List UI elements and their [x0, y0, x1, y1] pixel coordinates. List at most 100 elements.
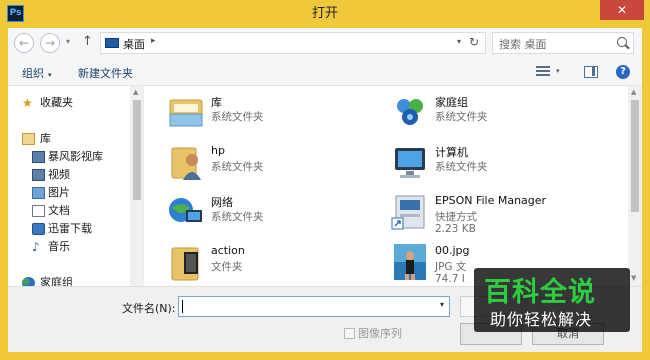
video-icon [32, 169, 45, 181]
recent-locations-dropdown[interactable]: ▾ [66, 37, 70, 46]
watermark-overlay: 百科全说 助你轻松解决 [474, 268, 630, 332]
file-item-epson[interactable]: EPSON File Manager 快捷方式 2.23 KB [368, 190, 588, 236]
file-name: 家庭组 [435, 96, 468, 109]
shortcut-icon [391, 195, 425, 230]
forward-button[interactable]: → [40, 33, 60, 53]
search-icon[interactable] [617, 37, 627, 47]
library-icon [22, 133, 35, 145]
file-type: 快捷方式 [435, 211, 477, 223]
nav-item-label: 暴风影视库 [48, 150, 103, 163]
files-scroll-thumb[interactable] [631, 100, 639, 212]
file-type: 系统文件夹 [435, 111, 488, 123]
file-name: 网络 [211, 196, 233, 209]
network-icon [169, 198, 202, 222]
back-button[interactable]: ← [14, 33, 34, 53]
file-type: 文件夹 [211, 261, 243, 273]
file-name: 计算机 [435, 146, 468, 159]
file-type: 系统文件夹 [211, 111, 264, 123]
command-toolbar: 组织 ▾ 新建文件夹 ▾ ? [8, 58, 642, 86]
filename-input[interactable]: ▾ [178, 296, 450, 317]
picture-icon [32, 187, 45, 199]
watermark-title: 百科全说 [484, 277, 596, 308]
window-title: 打开 [311, 6, 338, 21]
watermark-subtitle: 助你轻松解决 [490, 310, 593, 329]
search-box[interactable]: 搜索 桌面 [492, 32, 634, 54]
preview-pane-icon[interactable] [584, 66, 598, 78]
file-name: 库 [211, 96, 222, 109]
file-item-action[interactable]: action 文件夹 [144, 240, 364, 286]
chevron-right-icon[interactable]: ▸ [151, 36, 156, 46]
folder-icon [171, 247, 199, 281]
nav-item-library[interactable]: 库 [8, 130, 130, 148]
address-dropdown-icon[interactable]: ▾ [457, 37, 461, 46]
caret-down-icon: ▾ [48, 71, 52, 79]
file-type: 系统文件夹 [211, 161, 264, 173]
file-item-homegroup[interactable]: 家庭组 系统文件夹 [368, 90, 588, 136]
nav-item-label: 家庭组 [40, 276, 73, 286]
file-size: 2.23 KB [435, 223, 476, 235]
scroll-down-icon[interactable]: ▼ [631, 274, 636, 282]
file-name: EPSON File Manager [435, 194, 547, 207]
search-placeholder: 搜索 桌面 [499, 38, 547, 51]
nav-item-label: 库 [40, 132, 51, 145]
music-icon: ♪ [32, 240, 40, 254]
homegroup-icon [22, 277, 35, 286]
organize-label: 组织 [22, 67, 44, 80]
file-name: hp [211, 144, 225, 157]
view-caret-icon[interactable]: ▾ [556, 67, 560, 75]
close-button[interactable]: ✕ [600, 0, 644, 20]
new-folder-button[interactable]: 新建文件夹 [78, 65, 133, 81]
file-size: 74.7 I [435, 273, 465, 285]
homegroup-icon [397, 99, 423, 125]
nav-item-favorites[interactable]: ★ 收藏夹 [8, 94, 130, 112]
navigation-bar: ← → ▾ ↑ 桌面 ▸ ▾ ↻ 搜索 桌面 [8, 28, 642, 58]
refresh-icon[interactable]: ↻ [469, 35, 479, 49]
desktop-icon [105, 38, 119, 48]
file-item-library[interactable]: 库 系统文件夹 [144, 90, 364, 136]
nav-item-pictures[interactable]: 图片 [8, 184, 130, 202]
file-type: JPG 文 [435, 261, 467, 273]
nav-item-documents[interactable]: 文档 [8, 202, 130, 220]
up-button[interactable]: ↑ [82, 34, 93, 49]
file-item-network[interactable]: 网络 系统文件夹 [144, 190, 364, 236]
nav-item-videos[interactable]: 视频 [8, 166, 130, 184]
scroll-up-icon[interactable]: ▲ [631, 88, 636, 96]
nav-item-homegroup[interactable]: 家庭组 [8, 274, 130, 286]
nav-item-label: 文档 [48, 204, 70, 217]
scroll-up-icon[interactable]: ▲ [133, 88, 138, 96]
nav-item-label: 音乐 [48, 240, 70, 253]
filename-label: 文件名(N): [122, 302, 176, 315]
nav-item-storm-library[interactable]: 暴风影视库 [8, 148, 130, 166]
nav-item-music[interactable]: ♪ 音乐 [8, 238, 130, 256]
open-dialog: Ps 打开 ✕ ← → ▾ ↑ 桌面 ▸ ▾ ↻ 搜索 桌面 组织 ▾ 新建文件… [0, 0, 650, 360]
navpane-scrollbar[interactable]: ▲ [130, 86, 143, 286]
nav-item-thunder-downloads[interactable]: 迅雷下载 [8, 220, 130, 238]
document-icon [32, 205, 45, 217]
help-icon[interactable]: ? [616, 65, 630, 79]
files-scrollbar[interactable]: ▲ ▼ [628, 86, 642, 286]
computer-icon [395, 148, 425, 178]
star-icon: ★ [22, 96, 33, 110]
navpane-scroll-thumb[interactable] [133, 100, 141, 200]
file-item-hp[interactable]: hp 系统文件夹 [144, 140, 364, 186]
view-options-icon[interactable] [536, 66, 550, 78]
image-sequence-checkbox[interactable]: 图像序列 [344, 325, 402, 341]
organize-button[interactable]: 组织 ▾ [22, 65, 52, 81]
chevron-down-icon[interactable]: ▾ [440, 300, 444, 309]
nav-item-label: 迅雷下载 [48, 222, 92, 235]
file-type: 系统文件夹 [435, 161, 488, 173]
address-bar[interactable]: 桌面 ▸ ▾ ↻ [100, 32, 486, 54]
nav-item-label: 视频 [48, 168, 70, 181]
checkbox-box[interactable] [344, 328, 355, 339]
title-bar[interactable]: Ps 打开 ✕ [0, 0, 650, 28]
video-library-icon [32, 151, 45, 163]
file-name: action [211, 244, 245, 257]
address-text[interactable]: 桌面 [123, 36, 145, 52]
library-folder-icon [169, 99, 203, 127]
user-folder-icon [171, 147, 201, 180]
file-item-computer[interactable]: 计算机 系统文件夹 [368, 140, 588, 186]
nav-item-label: 图片 [48, 186, 70, 199]
image-file-icon [394, 244, 426, 280]
file-name: 00.jpg [435, 244, 470, 257]
navigation-pane: ★ 收藏夹 库 暴风影视库 视频 图片 文档 迅雷下载 ♪ 音乐 家庭组 ▲ [8, 86, 144, 286]
